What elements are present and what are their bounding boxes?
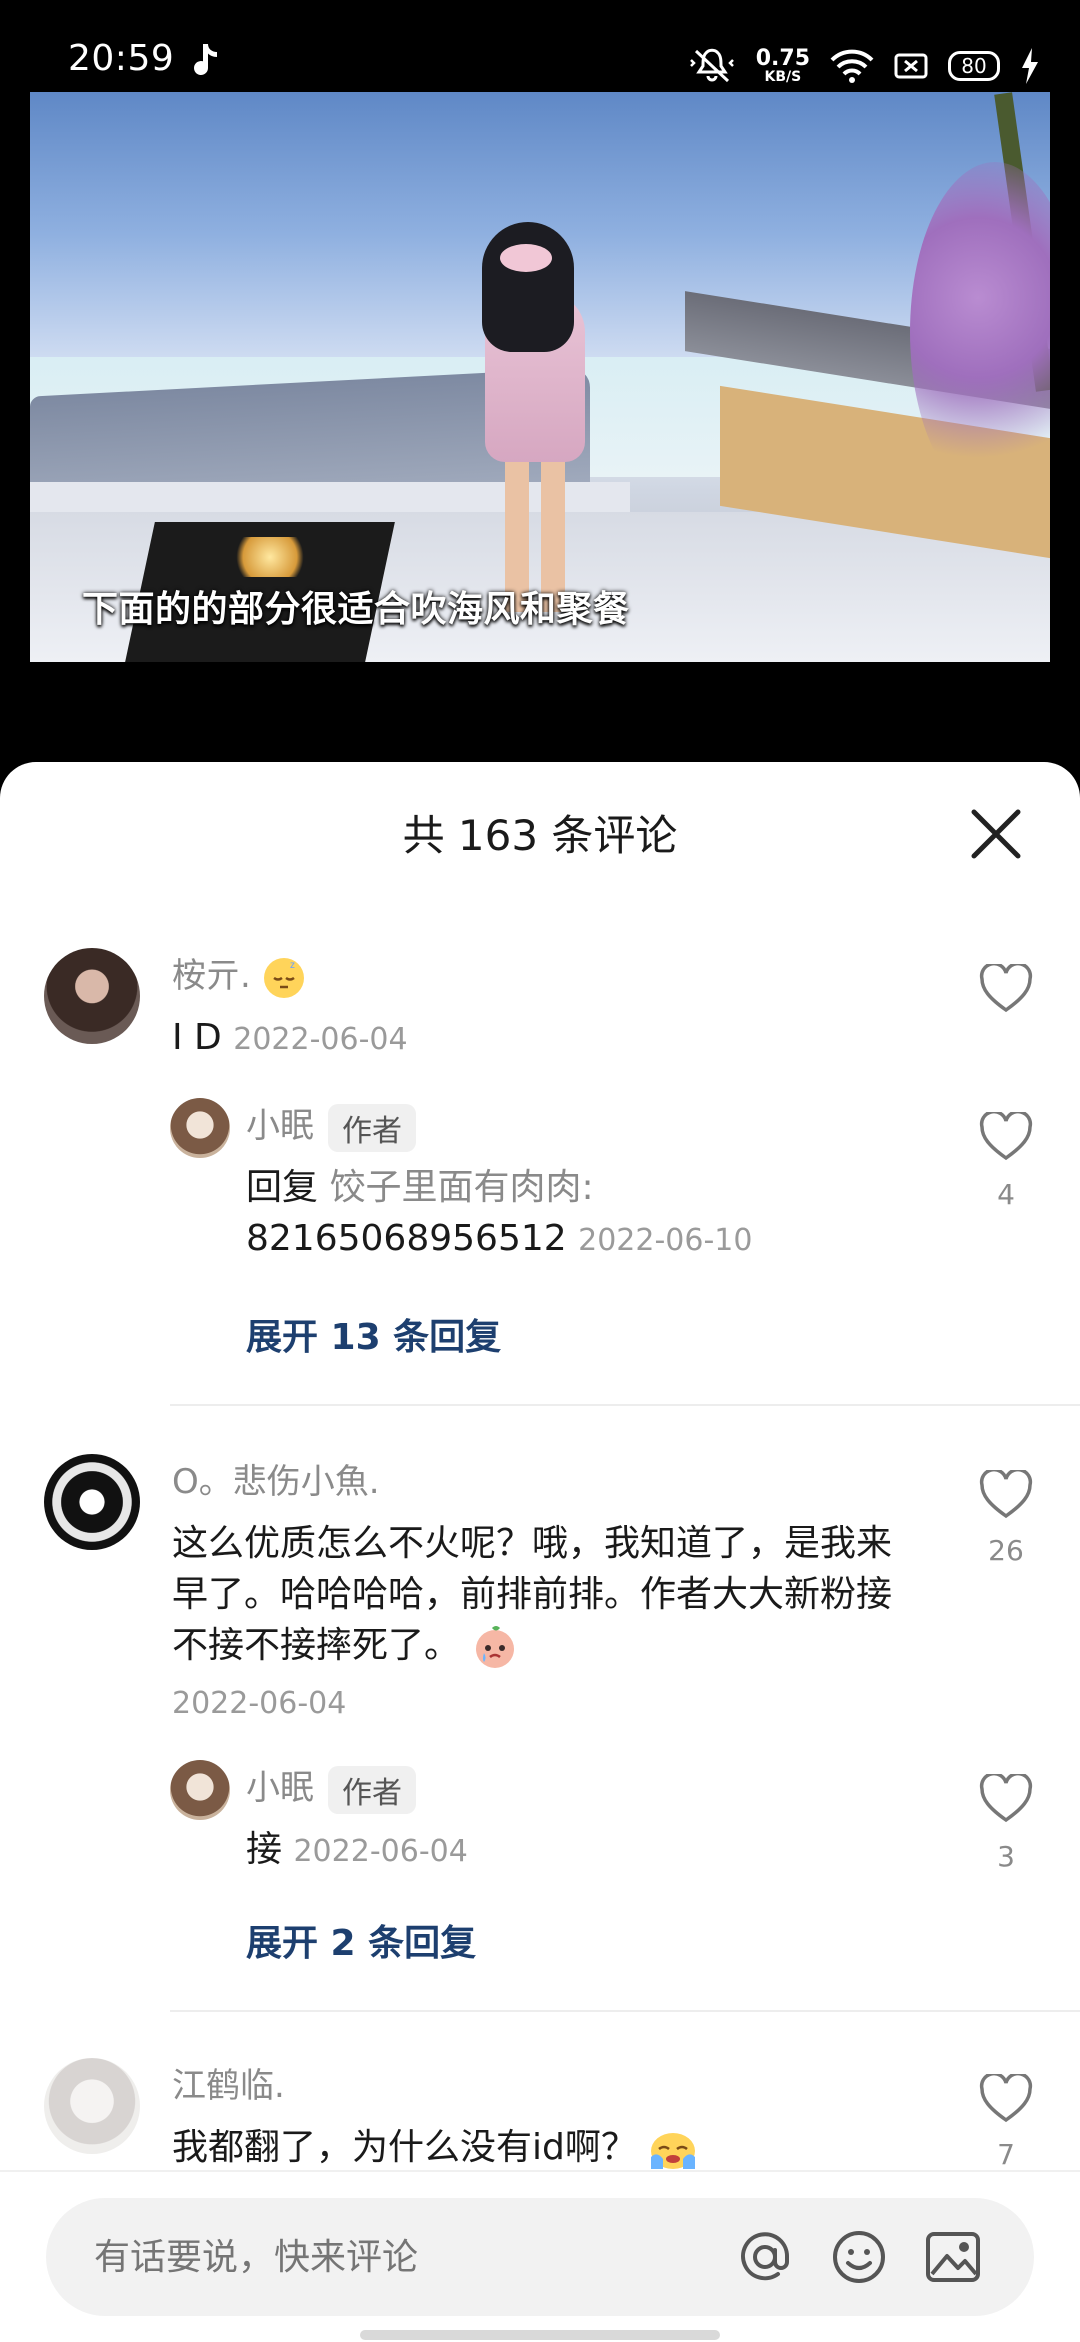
battery-icon: 80 (948, 51, 1000, 81)
reply-text: 接 2022-06-04 (246, 1824, 468, 1877)
reply-body: 82165068956512 (246, 1218, 567, 1259)
status-bar: 20:59 0.75 KB/S 80 (0, 0, 1080, 92)
video-player[interactable]: 下面的的部分很适合吹海风和聚餐 (30, 92, 1050, 662)
crying-emoji-icon (476, 1626, 515, 1668)
sleepy-emoji-icon: z (263, 957, 304, 998)
reply-author[interactable]: 小眠 作者 (246, 1098, 416, 1152)
like-count: 7 (997, 2138, 1015, 2171)
video-scene-fire (230, 537, 310, 577)
net-speed-unit: KB/S (764, 69, 802, 85)
net-speed: 0.75 KB/S (755, 46, 810, 85)
mute-icon (689, 48, 734, 83)
heart-icon[interactable] (979, 1774, 1033, 1824)
avatar[interactable] (44, 2058, 140, 2154)
comment-text: I D 2022-06-04 (172, 1012, 408, 1065)
expand-replies-button[interactable]: 展开 2 条回复 (246, 1914, 476, 1966)
like-count: 26 (988, 1534, 1024, 1567)
reply-body: 接 (246, 1829, 283, 1870)
at-icon[interactable] (734, 2226, 796, 2288)
music-note-icon (194, 44, 217, 76)
avatar[interactable] (170, 1760, 230, 1820)
status-icons: 0.75 KB/S 80 (688, 38, 1040, 94)
crying-emoji-icon (651, 2133, 696, 2169)
comment-input-container[interactable] (46, 2198, 1034, 2316)
avatar[interactable] (44, 1454, 140, 1550)
reply-text: 回复 饺子里面有肉肉: 82165068956512 2022-06-10 (246, 1162, 806, 1266)
heart-icon[interactable] (979, 964, 1033, 1014)
avatar[interactable] (170, 1098, 230, 1158)
divider (170, 2010, 1080, 2012)
like-count: 4 (997, 1178, 1015, 1211)
sim-icon (894, 53, 928, 79)
like-count: 3 (997, 1840, 1015, 1873)
reply-author[interactable]: 小眠 作者 (246, 1760, 416, 1814)
reply-date: 2022-06-10 (578, 1223, 753, 1258)
comment-body: 我都翻了，为什么没有id啊？ (172, 2127, 637, 2168)
reply-date: 2022-06-04 (293, 1834, 468, 1869)
heart-icon[interactable] (979, 1112, 1033, 1162)
comment-input-bar (0, 2170, 1080, 2342)
comment-author[interactable]: O。悲伤小魚. (172, 1454, 380, 1503)
charging-icon (1022, 48, 1038, 84)
comment-date: 2022-06-04 (172, 1686, 347, 1721)
comment-text: 这么优质怎么不火呢？哦，我知道了，是我来早了。哈哈哈哈，前排前排。作者大大新粉接… (172, 1518, 902, 1671)
comment-date: 2022-06-04 (233, 1022, 408, 1057)
comment-sheet: 共 163 条评论 桉亓. z I D 2022-06-04 小眠 作者 回复 饺… (0, 762, 1080, 2340)
reply-author-name: 小眠 (246, 1768, 314, 1808)
image-icon[interactable] (922, 2226, 984, 2288)
comment-author-name: 桉亓. (172, 956, 251, 996)
home-indicator[interactable] (360, 2330, 720, 2340)
comment-input[interactable] (92, 2236, 696, 2279)
comment-count-title: 共 163 条评论 (402, 811, 678, 860)
author-badge: 作者 (328, 1103, 416, 1152)
divider (170, 1404, 1080, 1406)
comment-text: 我都翻了，为什么没有id啊？ (172, 2122, 698, 2173)
reply-author-name: 小眠 (246, 1106, 314, 1146)
video-character-bow (500, 244, 552, 272)
wifi-icon (830, 49, 874, 83)
video-character-hair (482, 222, 574, 352)
heart-icon[interactable] (979, 1470, 1033, 1520)
comment-body: I D (172, 1017, 222, 1058)
comment-author[interactable]: 桉亓. z (172, 948, 306, 1000)
svg-text:z: z (290, 960, 295, 971)
comment-body: 这么优质怎么不火呢？哦，我知道了，是我来早了。哈哈哈哈，前排前排。作者大大新粉接… (172, 1523, 893, 1666)
heart-icon[interactable] (979, 2074, 1033, 2124)
expand-replies-button[interactable]: 展开 13 条回复 (246, 1308, 501, 1360)
reply-prefix: 回复 (246, 1167, 319, 1208)
video-subtitle: 下面的的部分很适合吹海风和聚餐 (82, 589, 630, 630)
close-icon[interactable] (966, 804, 1026, 864)
net-speed-value: 0.75 (755, 46, 810, 71)
author-badge: 作者 (328, 1765, 416, 1814)
emoji-icon[interactable] (828, 2226, 890, 2288)
avatar[interactable] (44, 948, 140, 1044)
comment-author[interactable]: 江鹤临. (172, 2058, 285, 2107)
status-time: 20:59 (68, 38, 175, 79)
reply-target[interactable]: 饺子里面有肉肉: (329, 1167, 593, 1208)
